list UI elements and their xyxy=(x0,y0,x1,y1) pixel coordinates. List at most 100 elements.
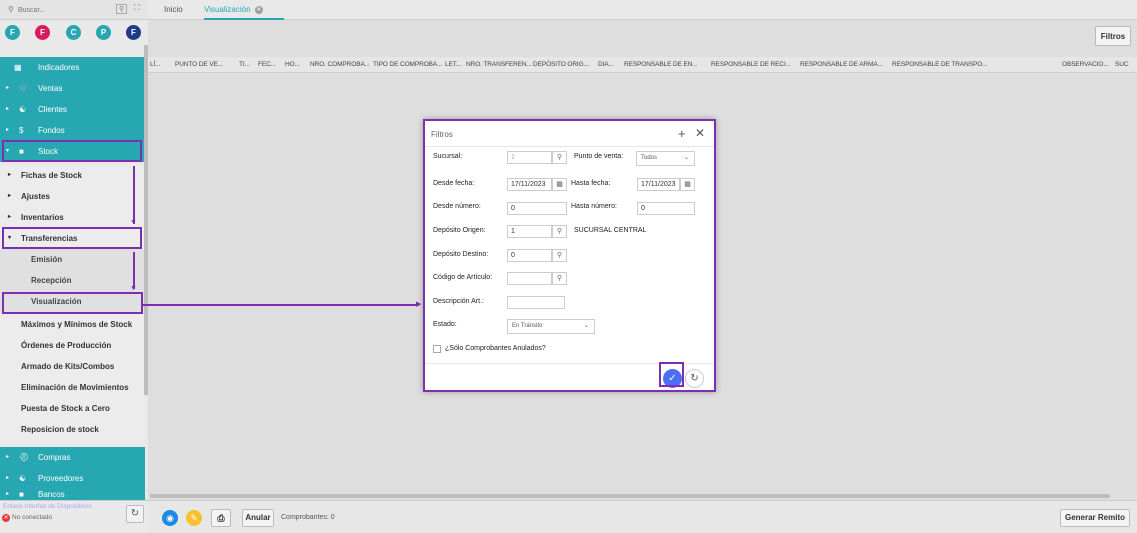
chart-icon: ▦ xyxy=(14,63,22,72)
deposito-origen-input[interactable]: 1 xyxy=(507,225,552,238)
column-header[interactable]: OBSERVACIO... xyxy=(1062,57,1109,72)
refresh-icon[interactable]: ↻ xyxy=(685,369,704,388)
highlight-visualizacion xyxy=(2,292,143,314)
sidebar-item-label: Ventas xyxy=(38,84,63,93)
sidebar-item-bancos[interactable]: ▸ ■ Bancos xyxy=(0,489,145,500)
descripcion-articulo-input[interactable] xyxy=(507,296,565,309)
sidebar-item-reposicion-stock[interactable]: Reposicion de stock xyxy=(0,419,145,440)
sidebar-item-armado-kits[interactable]: Armado de Kits/Combos xyxy=(0,356,145,377)
close-icon[interactable]: ✕ xyxy=(695,126,705,140)
sidebar-item-ordenes-produccion[interactable]: Órdenes de Producción xyxy=(0,335,145,356)
calendar-icon[interactable]: ▦ xyxy=(552,178,567,191)
column-header[interactable]: NRO. TRANSFEREN... xyxy=(466,57,532,72)
column-header[interactable]: DIA... xyxy=(598,57,614,72)
desde-fecha-input[interactable]: 17/11/2023 xyxy=(507,178,552,191)
desde-numero-input[interactable]: 0 xyxy=(507,202,567,215)
add-icon[interactable]: + xyxy=(678,126,686,141)
quick-access-icon[interactable]: F xyxy=(35,25,50,40)
column-header[interactable]: RESPONSABLE DE EN... xyxy=(624,57,698,72)
quick-access-icon[interactable]: F xyxy=(5,25,20,40)
sidebar-item-eliminacion-movimientos[interactable]: Eliminación de Movimientos xyxy=(0,377,145,398)
sidebar-item-ventas[interactable]: ▸ 🛒 Ventas xyxy=(0,78,145,99)
sidebar-item-fondos[interactable]: ▸ $ Fondos xyxy=(0,120,145,141)
tab-inicio[interactable]: Inicio xyxy=(164,0,183,20)
view-icon[interactable]: ◉ xyxy=(162,510,178,526)
comprobantes-count: Comprobantes: 0 xyxy=(281,514,335,521)
sidebar-item-puesta-stock-cero[interactable]: Puesta de Stock a Cero xyxy=(0,398,145,419)
sidebar-item-proveedores[interactable]: ▸ ☯ Proveedores xyxy=(0,468,145,489)
column-header[interactable]: PUNTO DE VE... xyxy=(175,57,223,72)
device-status-text: No conectado xyxy=(12,514,53,521)
sidebar-item-label: Compras xyxy=(38,453,71,462)
column-header[interactable]: HO... xyxy=(285,57,300,72)
horizontal-scrollbar[interactable] xyxy=(150,494,1110,498)
chevron-right-icon: ▸ xyxy=(6,475,10,481)
chevron-right-icon: ▸ xyxy=(6,454,10,460)
column-header[interactable]: SUC xyxy=(1115,57,1129,72)
sidebar-item-inventarios[interactable]: ▸ Inventarios xyxy=(0,207,145,228)
dollar-icon: $ xyxy=(19,126,24,135)
column-header[interactable]: TI... xyxy=(239,57,250,72)
search-icon[interactable]: ⚲ xyxy=(552,151,567,164)
column-header[interactable]: NRO. COMPROBA... xyxy=(310,57,370,72)
sidebar-item-clientes[interactable]: ▸ ☯ Clientes xyxy=(0,99,145,120)
column-header[interactable]: RESPONSABLE DE ARMA... xyxy=(800,57,883,72)
deposito-destino-input[interactable]: 0 xyxy=(507,249,552,262)
users-icon: ☯ xyxy=(19,105,27,114)
annotation-arrow xyxy=(133,252,135,289)
estado-select[interactable]: En Tránsito ⌄ xyxy=(507,319,595,334)
expand-icon[interactable]: ⛶ xyxy=(134,3,140,13)
calendar-icon[interactable]: ▦ xyxy=(680,178,695,191)
sidebar-item-ajustes[interactable]: ▸ Ajustes xyxy=(0,186,145,207)
search-icon[interactable]: ⚲ xyxy=(552,249,567,262)
desde-numero-label: Desde número: xyxy=(433,203,481,210)
search-input[interactable] xyxy=(8,4,108,16)
estado-label: Estado: xyxy=(433,321,457,328)
punto-venta-select[interactable]: Todos ⌄ xyxy=(636,151,695,166)
deposito-origen-name: SUCURSAL CENTRAL xyxy=(574,227,647,234)
anular-button[interactable]: Anular xyxy=(242,509,274,527)
anulados-checkbox[interactable] xyxy=(433,345,441,353)
generar-remito-button[interactable]: Generar Remito xyxy=(1060,509,1130,527)
chevron-right-icon: ▸ xyxy=(8,172,12,178)
edit-icon[interactable]: ✎ xyxy=(186,510,202,526)
column-header[interactable]: DEPÓSITO ORIG... xyxy=(533,57,589,72)
tab-visualizacion[interactable]: Visualización ✕ xyxy=(204,0,284,20)
chevron-down-icon: ⌄ xyxy=(683,155,689,161)
sidebar-item-fichas-de-stock[interactable]: ▸ Fichas de Stock xyxy=(0,165,145,186)
sidebar-item-maximos-minimos[interactable]: Máximos y Mínimos de Stock xyxy=(0,314,145,335)
device-status-area: Enlace Interfaz de Dispositivos ✕ No con… xyxy=(0,500,148,533)
sidebar-item-recepcion[interactable]: Recepción xyxy=(0,270,145,291)
sidebar-item-emision[interactable]: Emisión xyxy=(0,249,145,270)
column-header[interactable]: LÍ... xyxy=(150,57,160,72)
device-interface-link[interactable]: Enlace Interfaz de Dispositivos xyxy=(3,503,92,510)
sidebar-item-compras[interactable]: ▸ ⛑ Compras xyxy=(0,447,145,468)
close-icon[interactable]: ✕ xyxy=(254,5,263,14)
sync-icon[interactable]: ↻ xyxy=(126,505,144,523)
print-icon[interactable]: ⎙ xyxy=(211,509,231,527)
modal-title: Filtros xyxy=(431,130,453,139)
hasta-fecha-input[interactable]: 17/11/2023 xyxy=(637,178,680,191)
column-header[interactable]: LET... xyxy=(445,57,461,72)
chevron-right-icon: ▸ xyxy=(6,127,10,133)
sidebar-search-row: ⚲ ⚲ ⛶ xyxy=(0,0,148,20)
quick-access-icon[interactable]: P xyxy=(96,25,111,40)
hasta-numero-input[interactable]: 0 xyxy=(637,202,695,215)
sidebar-item-label: Máximos y Mínimos de Stock xyxy=(21,320,133,329)
tab-label: Visualización xyxy=(204,5,251,14)
search-icon[interactable]: ⚲ xyxy=(552,225,567,238)
column-header[interactable]: FEC... xyxy=(258,57,276,72)
search-icon[interactable]: ⚲ xyxy=(552,272,567,285)
search-shortcut-icon[interactable]: ⚲ xyxy=(116,4,128,14)
sidebar-item-label: Armado de Kits/Combos xyxy=(21,362,115,371)
sidebar-item-indicadores[interactable]: ▦ Indicadores xyxy=(0,57,145,78)
column-header[interactable]: TIPO DE COMPROBA... xyxy=(373,57,442,72)
filtros-button[interactable]: Filtros xyxy=(1095,26,1131,46)
quick-access-icon[interactable]: C xyxy=(66,25,81,40)
column-header[interactable]: RESPONSABLE DE RECI... xyxy=(711,57,791,72)
codigo-articulo-input[interactable] xyxy=(507,272,552,285)
sucursal-input[interactable]: 1 xyxy=(507,151,552,164)
quick-access-icon[interactable]: F xyxy=(126,25,141,40)
sidebar-item-label: Indicadores xyxy=(38,63,80,72)
column-header[interactable]: RESPONSABLE DE TRANSPO... xyxy=(892,57,987,72)
